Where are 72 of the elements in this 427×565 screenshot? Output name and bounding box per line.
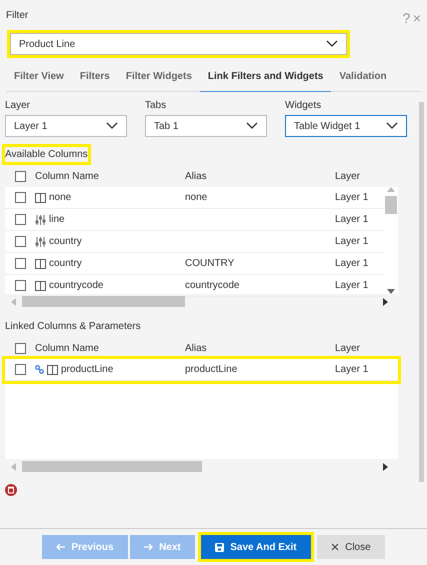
tab[interactable]: Link Filters and Widgets xyxy=(200,63,332,92)
column-header: Column Name xyxy=(35,342,99,356)
alias: productLine xyxy=(185,364,238,375)
column-name: countrycode xyxy=(49,279,104,293)
sliders-icon xyxy=(35,236,46,246)
layer-name: Layer 1 xyxy=(335,214,368,225)
column-header: Alias xyxy=(185,170,207,182)
chevron-down-icon xyxy=(106,122,118,130)
close-button[interactable]: Close xyxy=(317,535,385,559)
dialog-title: Filter xyxy=(6,9,28,23)
scrollbar[interactable] xyxy=(419,102,424,482)
chevron-down-icon xyxy=(386,122,398,130)
column-icon xyxy=(47,364,58,374)
dropdown[interactable]: Table Widget 1 xyxy=(285,115,407,137)
layer-name: Layer 1 xyxy=(335,364,368,375)
column-header: Layer xyxy=(335,342,360,354)
column-icon xyxy=(35,280,46,290)
checkbox[interactable] xyxy=(14,170,26,182)
column-icon xyxy=(35,258,46,268)
column-name: none xyxy=(49,191,72,205)
scroll-right-icon xyxy=(383,298,388,306)
checkbox[interactable] xyxy=(14,258,26,269)
tab[interactable]: Filters xyxy=(72,63,118,92)
chevron-down-icon xyxy=(246,122,258,130)
column-header: Layer xyxy=(335,170,360,182)
column-header: Column Name xyxy=(35,170,99,184)
tab[interactable]: Filter View xyxy=(6,63,72,92)
scrollbar-thumb[interactable] xyxy=(22,296,185,307)
layer-name: Layer 1 xyxy=(335,192,368,203)
arrow-left-icon xyxy=(56,543,66,551)
filter-select[interactable]: Product Line xyxy=(10,33,347,55)
column-name: line xyxy=(49,213,65,227)
delete-icon[interactable] xyxy=(5,484,17,496)
checkbox[interactable] xyxy=(14,214,26,225)
dropdown[interactable]: Tab 1 xyxy=(145,115,267,137)
alias: none xyxy=(185,192,208,203)
scroll-left-icon xyxy=(11,462,16,470)
save-button[interactable]: Save And Exit xyxy=(201,535,311,559)
scrollbar-thumb[interactable] xyxy=(385,196,397,214)
column-name: country xyxy=(49,257,82,271)
scroll-right-icon xyxy=(383,462,388,470)
layer-name: Layer 1 xyxy=(335,258,368,269)
scroll-left-icon xyxy=(11,298,16,306)
close-button[interactable]: × xyxy=(412,8,421,29)
checkbox[interactable] xyxy=(14,342,26,354)
column-name: productLine xyxy=(61,363,114,377)
alias: COUNTRY xyxy=(185,258,234,269)
field-label: Tabs xyxy=(145,99,168,113)
section-title: Available Columns xyxy=(5,147,88,162)
save-icon xyxy=(215,542,224,552)
sliders-icon xyxy=(35,214,46,224)
highlighted-row[interactable]: productLine productLine Layer 1 xyxy=(5,359,398,381)
column-header: Alias xyxy=(185,342,207,354)
checkbox[interactable] xyxy=(14,364,26,375)
checkbox[interactable] xyxy=(14,192,26,203)
column-name: country xyxy=(49,235,82,249)
layer-name: Layer 1 xyxy=(335,236,368,247)
tab[interactable]: Validation xyxy=(331,63,395,92)
chevron-down-icon xyxy=(326,40,338,48)
scrollbar-thumb[interactable] xyxy=(22,461,202,472)
dropdown[interactable]: Layer 1 xyxy=(5,115,127,137)
layer-name: Layer 1 xyxy=(335,280,368,291)
section-title: Linked Columns & Parameters xyxy=(5,320,141,334)
checkbox[interactable] xyxy=(14,236,26,247)
field-label: Layer xyxy=(5,99,32,113)
column-icon xyxy=(35,192,46,202)
alias: countrycode xyxy=(185,280,240,291)
checkbox[interactable] xyxy=(14,280,26,291)
tab[interactable]: Filter Widgets xyxy=(118,63,200,92)
close-icon xyxy=(331,543,340,551)
field-label: Widgets xyxy=(285,99,322,113)
arrow-right-icon xyxy=(144,543,154,551)
